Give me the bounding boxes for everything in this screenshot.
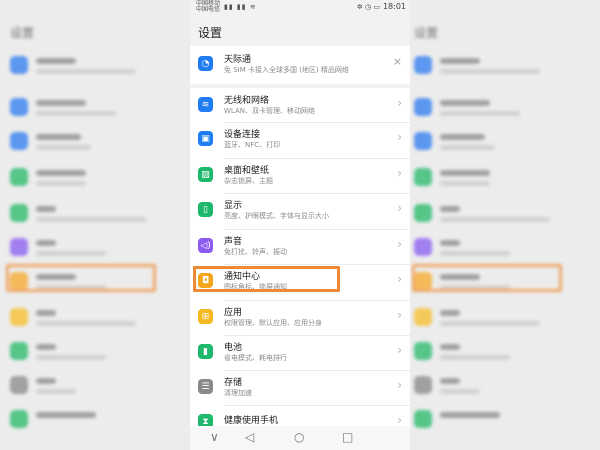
settings-item-subtitle: 省电模式、耗电排行 [224,354,287,362]
settings-item-title: 显示 [224,201,243,211]
signal-icon: ▮▮ ▮▮ ≋ [224,3,257,11]
display-icon: ▯ [198,202,213,217]
row-divider [224,335,410,336]
blurred-highlight [6,264,156,292]
row-divider [224,370,410,371]
settings-item-5[interactable]: ◁) 声音 免打扰、铃声、振动 › [190,229,410,265]
chevron-right-icon: › [397,130,402,144]
chevron-right-icon: › [397,308,402,322]
settings-item-8[interactable]: ▮ 电池 省电模式、耗电排行 › [190,335,410,371]
blurred-row [0,92,190,122]
chevron-right-icon: › [397,166,402,180]
blurred-row [410,404,600,434]
blurred-row [410,232,600,262]
blurred-row [410,198,600,228]
chevron-right-icon: › [397,237,402,251]
carrier-2: 中国电信 [196,6,221,13]
blurred-row [410,50,600,80]
apps-icon: ⊞ [198,309,213,324]
back-icon[interactable]: ◁ [245,430,254,444]
settings-item-title: 声音 [224,237,243,247]
navigation-bar: ∨ ◁ ○ □ [190,426,410,450]
settings-item-subtitle: 免 SIM 卡接入全球多国 (地区) 精品网络 [224,66,349,74]
blurred-row [0,302,190,332]
chevron-right-icon: › [397,413,402,427]
blurred-title: 设置 [10,26,35,40]
blurred-row [0,336,190,366]
blurred-row [410,126,600,156]
blurred-row [410,162,600,192]
blurred-row [0,404,190,434]
settings-item-title: 天际通 [224,55,252,65]
row-divider [224,193,410,194]
settings-item-subtitle: 蓝牙、NFC、打印 [224,141,281,149]
row-divider [224,300,410,301]
settings-item-subtitle: 亮度、护眼模式、字体与显示大小 [224,212,329,220]
blurred-highlight [412,264,562,292]
globe-icon: ◔ [198,56,213,71]
status-bar: 中国移动 中国电信 ▮▮ ▮▮ ≋ ✲ ◷ ▭ 18:01 [190,0,410,15]
settings-screen: 中国移动 中国电信 ▮▮ ▮▮ ≋ ✲ ◷ ▭ 18:01 设置 ◔ 天际通免 SI… [190,0,410,450]
blurred-row [410,336,600,366]
close-icon[interactable]: × [393,55,402,68]
settings-item-title: 无线和网络 [224,96,270,106]
blurred-row [410,302,600,332]
settings-item-subtitle: 清理加速 [224,389,252,397]
settings-item-3[interactable]: ▨ 桌面和壁纸 杂志锁屏、主题 › [190,158,410,194]
settings-item-0[interactable]: ◔ 天际通免 SIM 卡接入全球多国 (地区) 精品网络 × [190,47,410,83]
row-divider [224,158,410,159]
wallpaper-icon: ▨ [198,167,213,182]
settings-item-1[interactable]: ≋ 无线和网络 WLAN、双卡管理、移动网络 › [190,88,410,124]
blurred-row [410,370,600,400]
home-icon[interactable]: ○ [294,430,304,444]
wifi-icon: ≋ [198,97,213,112]
chevron-right-icon: › [397,343,402,357]
blurred-row [0,232,190,262]
settings-item-title: 应用 [224,308,243,318]
chevron-right-icon: › [397,378,402,392]
blurred-row [0,162,190,192]
settings-item-title: 健康使用手机 [224,416,279,426]
blurred-row [410,92,600,122]
blurred-title: 设置 [414,26,439,40]
row-divider [224,405,410,406]
highlight-box [193,266,340,292]
recent-apps-icon[interactable]: □ [342,430,353,444]
blurred-row [0,126,190,156]
settings-item-subtitle: 免打扰、铃声、振动 [224,248,287,256]
collapse-icon[interactable]: ∨ [210,430,219,444]
clock: 18:01 [382,2,406,11]
status-icons: ✲ ◷ ▭ [356,3,380,11]
settings-item-title: 桌面和壁纸 [224,166,270,176]
carrier-labels: 中国移动 中国电信 [196,1,220,13]
battery-icon: ▮ [198,344,213,359]
storage-icon: ☰ [198,379,213,394]
status-right: ✲ ◷ ▭ 18:01 [357,2,406,11]
chevron-right-icon: › [397,201,402,215]
settings-item-title: 电池 [224,343,243,353]
settings-item-title: 设备连接 [224,130,261,140]
blurred-right-panel: 设置 [410,0,600,450]
settings-item-title: 存储 [224,378,243,388]
chevron-right-icon: › [397,96,402,110]
row-divider [224,264,410,265]
chevron-right-icon: › [397,272,402,286]
device-connection-icon: ▣ [198,131,213,146]
settings-item-2[interactable]: ▣ 设备连接 蓝牙、NFC、打印 › [190,122,410,158]
row-divider [224,229,410,230]
blurred-row [0,198,190,228]
blurred-row [0,370,190,400]
blurred-row [0,50,190,80]
sound-icon: ◁) [198,238,213,253]
settings-item-subtitle: WLAN、双卡管理、移动网络 [224,107,316,115]
settings-item-7[interactable]: ⊞ 应用 权限管理、默认应用、应用分身 › [190,300,410,336]
blurred-left-panel: 设置 [0,0,190,450]
settings-item-9[interactable]: ☰ 存储 清理加速 › [190,370,410,406]
settings-item-subtitle: 权限管理、默认应用、应用分身 [224,319,322,327]
page-title: 设置 [198,26,223,40]
row-divider [224,122,410,123]
settings-item-4[interactable]: ▯ 显示 亮度、护眼模式、字体与显示大小 › [190,193,410,229]
settings-item-subtitle: 杂志锁屏、主题 [224,177,273,185]
